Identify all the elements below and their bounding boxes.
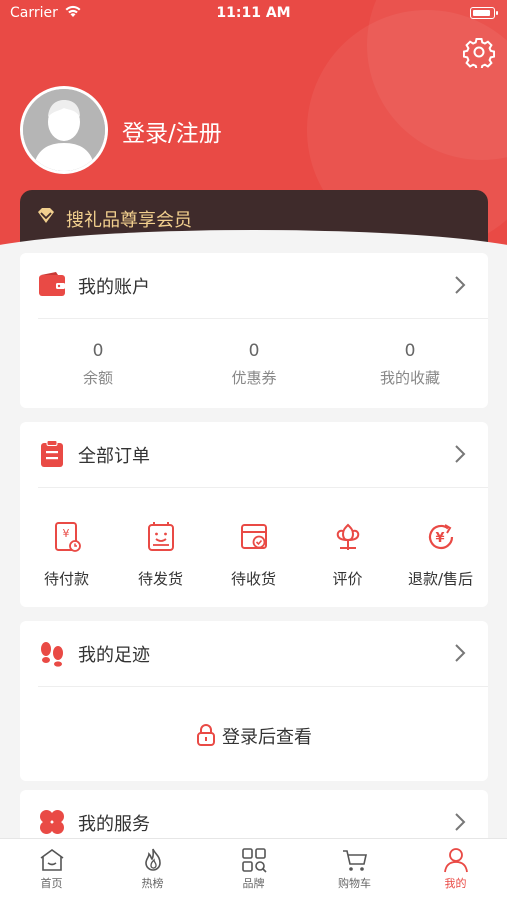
divider xyxy=(38,686,488,687)
tab-mine[interactable]: 我的 xyxy=(405,847,506,891)
tab-mine-label: 我的 xyxy=(444,877,467,890)
status-bar: Carrier 11:11 AM xyxy=(0,0,507,30)
flame-icon xyxy=(144,848,161,871)
clover-icon xyxy=(40,810,64,834)
tab-brand-label: 品牌 xyxy=(242,877,265,890)
balance-stat[interactable]: 0 余额 xyxy=(20,341,176,388)
footprint-title: 我的足迹 xyxy=(78,645,150,666)
default-avatar-icon xyxy=(23,89,105,171)
coupon-stat[interactable]: 0 优惠券 xyxy=(176,341,332,388)
login-to-view-label: 登录后查看 xyxy=(222,727,312,748)
order-refund[interactable]: ¥ 退款/售后 xyxy=(394,520,487,589)
tab-cart-label: 购物车 xyxy=(338,877,371,890)
chevron-right-icon xyxy=(455,276,466,294)
brand-grid-icon xyxy=(241,848,267,873)
chevron-right-icon xyxy=(455,445,466,463)
order-pending-shipment[interactable]: 待发货 xyxy=(114,520,207,589)
balance-value: 0 xyxy=(92,341,104,361)
order-pending-receipt[interactable]: 待收货 xyxy=(207,520,300,589)
chevron-right-icon xyxy=(455,813,466,831)
all-orders-row[interactable]: 全部订单 xyxy=(20,422,488,487)
divider xyxy=(38,318,488,319)
coupon-value: 0 xyxy=(248,341,260,361)
tab-cart[interactable]: 购物车 xyxy=(304,847,405,891)
footprints-icon xyxy=(41,642,63,667)
tab-hot[interactable]: 热榜 xyxy=(102,847,203,891)
cart-icon xyxy=(342,850,367,871)
gear-icon[interactable] xyxy=(463,36,495,68)
order-review[interactable]: 评价 xyxy=(301,520,394,589)
favorites-label: 我的收藏 xyxy=(379,369,440,387)
orders-card: 全部订单 ¥ 待付款 待发货 待收货 评价 ¥ 退款/售后 xyxy=(20,422,488,607)
chevron-right-icon xyxy=(455,644,466,662)
vip-label: 搜礼品尊享会员 xyxy=(66,210,192,231)
tab-home[interactable]: 首页 xyxy=(1,847,102,891)
refund-icon: ¥ xyxy=(428,524,453,550)
divider xyxy=(38,487,488,488)
home-icon xyxy=(40,849,63,871)
clipboard-icon xyxy=(41,440,63,467)
favorites-stat[interactable]: 0 我的收藏 xyxy=(332,341,488,388)
clock: 11:11 AM xyxy=(216,5,291,21)
tab-home-label: 首页 xyxy=(40,877,63,890)
tab-brand[interactable]: 品牌 xyxy=(203,847,304,891)
pending-shipment-icon xyxy=(147,522,174,551)
pending-receipt-label: 待收货 xyxy=(230,570,276,588)
coupon-label: 优惠券 xyxy=(231,369,277,387)
account-title: 我的账户 xyxy=(78,277,150,298)
pending-payment-icon: ¥ xyxy=(54,522,81,552)
review-label: 评价 xyxy=(332,570,363,588)
avatar[interactable] xyxy=(20,86,108,174)
wallet-icon xyxy=(39,272,65,296)
account-card: 我的账户 0 余额 0 优惠券 0 我的收藏 xyxy=(20,253,488,408)
tab-hot-label: 热榜 xyxy=(141,877,164,890)
pending-payment-label: 待付款 xyxy=(43,570,89,588)
footprint-row[interactable]: 我的足迹 xyxy=(20,621,488,686)
bottom-tab-bar: 首页 热榜 品牌 购物车 我的 xyxy=(0,838,507,900)
login-register-link[interactable]: 登录/注册 xyxy=(122,114,222,148)
services-title: 我的服务 xyxy=(78,814,150,835)
order-pending-payment[interactable]: ¥ 待付款 xyxy=(20,520,113,589)
orders-title: 全部订单 xyxy=(78,446,150,467)
vip-diamond-icon xyxy=(38,208,54,223)
lock-icon xyxy=(197,724,215,746)
review-icon xyxy=(336,523,359,550)
svg-text:¥: ¥ xyxy=(62,527,69,540)
account-row[interactable]: 我的账户 xyxy=(20,253,488,318)
profile-header: Carrier 11:11 AM 登录/注册 搜礼品尊享会员 xyxy=(0,0,507,245)
pending-shipment-label: 待发货 xyxy=(137,570,183,588)
footprint-card: 我的足迹 登录后查看 xyxy=(20,621,488,781)
pending-receipt-icon xyxy=(240,524,267,549)
svg-text:¥: ¥ xyxy=(435,531,444,546)
balance-label: 余额 xyxy=(82,369,113,387)
login-to-view[interactable]: 登录后查看 xyxy=(20,723,488,749)
favorites-value: 0 xyxy=(404,341,416,361)
person-icon xyxy=(443,848,468,873)
battery-icon xyxy=(470,7,498,19)
refund-label: 退款/售后 xyxy=(407,570,474,588)
